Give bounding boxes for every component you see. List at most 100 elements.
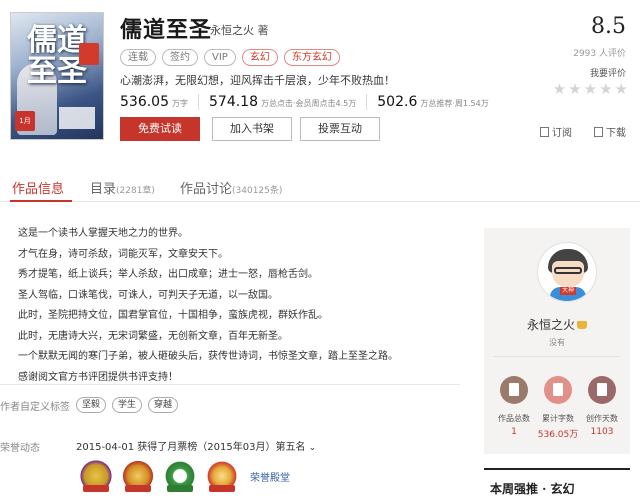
weekly-recommend-section: 本周强推 · 玄幻 bbox=[484, 468, 630, 504]
score-count: 2993 人评价 bbox=[573, 49, 626, 59]
subscribe-label: 订阅 bbox=[552, 128, 572, 139]
star-icon[interactable]: ★ bbox=[568, 80, 581, 98]
honor-badge-icon[interactable] bbox=[204, 458, 240, 494]
book-glyph bbox=[509, 383, 519, 396]
description-line: 圣人驾临，口诛笔伐，可诛人，可判天子无道，以一敌国。 bbox=[18, 289, 278, 301]
author-stat-works: 作品总数 1 bbox=[492, 376, 536, 437]
cover-title: 儒道至圣 bbox=[27, 23, 87, 89]
honor-badge-icon[interactable] bbox=[78, 458, 114, 494]
cover-seal: 1月 bbox=[15, 111, 35, 131]
avatar-rank-tag: 大神 bbox=[560, 287, 576, 295]
book-intro: 心潮澎湃，无限幻想，迎风挥击千层浪，少年不败热血！ bbox=[120, 74, 395, 87]
star-icon[interactable]: ★ bbox=[615, 80, 628, 98]
document-icon bbox=[544, 376, 572, 404]
author-panel-divider bbox=[494, 356, 620, 357]
chevron-down-icon: ⌄ bbox=[308, 443, 317, 453]
tab-catalog-label: 目录 bbox=[90, 182, 117, 197]
tab-book-info[interactable]: 作品信息 bbox=[12, 178, 64, 197]
download-icon bbox=[594, 126, 603, 137]
honor-dropdown[interactable]: 2015-04-01 获得了月票榜（2015年03月）第五名 ⌄ bbox=[76, 438, 316, 453]
section-divider bbox=[0, 384, 460, 385]
author-panel-sub: 没有 bbox=[549, 338, 565, 347]
subscribe-icon bbox=[540, 126, 549, 137]
document-glyph bbox=[553, 383, 563, 396]
honor-text: 2015-04-01 获得了月票榜（2015年03月）第五名 bbox=[76, 442, 306, 453]
author-stat-label: 作品总数 bbox=[498, 414, 530, 423]
rating-stars[interactable]: ★ ★ ★ ★ ★ bbox=[553, 80, 628, 98]
author-stat-value: 1 bbox=[511, 427, 517, 437]
avatar-face bbox=[552, 261, 584, 287]
book-author[interactable]: 永恒之火 著 bbox=[210, 22, 269, 38]
book-title: 儒道至圣 bbox=[120, 17, 213, 43]
stat-clicks-num: 574.18 bbox=[209, 94, 258, 110]
description-line: 此时，圣院把持文位，国君掌官位，十国相争，蛮族虎视，群妖作乱。 bbox=[18, 310, 328, 321]
user-tag[interactable]: 坚毅 bbox=[76, 397, 107, 413]
star-icon[interactable]: ★ bbox=[599, 80, 612, 98]
stat-recommends: 502.6 万总推荐·周1.54万 bbox=[377, 94, 498, 110]
my-rating-label: 我要评价 bbox=[589, 69, 626, 79]
book-icon bbox=[500, 376, 528, 404]
user-tag[interactable]: 穿越 bbox=[148, 397, 179, 413]
tab-catalog[interactable]: 目录(2281章) bbox=[90, 178, 155, 197]
book-stats: 536.05 万字 574.18 万总点击·会员周点击4.5万 502.6 万总… bbox=[120, 94, 509, 110]
tag-vip: VIP bbox=[204, 49, 236, 66]
tag-serial: 连载 bbox=[120, 49, 156, 66]
calendar-icon bbox=[588, 376, 616, 404]
active-tab-indicator bbox=[10, 200, 72, 202]
author-stat-label: 创作天数 bbox=[586, 414, 618, 423]
author-stat-days: 创作天数 1103 bbox=[580, 376, 624, 437]
stat-words-num: 536.05 bbox=[120, 94, 169, 110]
book-tags: 连载 签约 VIP 玄幻 东方玄幻 bbox=[120, 49, 340, 66]
honor-badges: 荣誉殿堂 bbox=[78, 458, 290, 494]
tab-discussion-label: 作品讨论 bbox=[180, 182, 233, 197]
stat-clicks-unit: 万总点击·会员周点击4.5万 bbox=[261, 99, 357, 108]
download-link[interactable]: 下载 bbox=[594, 124, 626, 139]
honor-badge-icon[interactable] bbox=[120, 458, 156, 494]
cover-stamp bbox=[79, 43, 99, 65]
user-tags-label: 作者自定义标签 bbox=[0, 402, 70, 413]
tag-subgenre[interactable]: 东方玄幻 bbox=[283, 49, 340, 66]
author-panel: 大神 永恒之火 没有 作品总数 1 累计字数 536.05万 创作天数 1103 bbox=[484, 228, 630, 454]
stat-recommends-unit: 万总推荐·周1.54万 bbox=[420, 99, 489, 108]
honor-label: 荣誉动态 bbox=[0, 443, 40, 454]
honor-badge-icon[interactable] bbox=[162, 458, 198, 494]
author-stat-words: 累计字数 536.05万 bbox=[536, 376, 580, 440]
author-stat-label: 累计字数 bbox=[542, 414, 574, 423]
description-line: 此时，无唐诗大兴，无宋词繁盛，无创新文章，百年无新圣。 bbox=[18, 330, 288, 342]
add-to-shelf-button[interactable]: 加入书架 bbox=[212, 117, 292, 141]
author-stat-value: 1103 bbox=[590, 427, 614, 437]
tab-catalog-count: (2281章) bbox=[116, 186, 155, 196]
user-tag[interactable]: 学生 bbox=[112, 397, 143, 413]
description-line: 一个默默无闻的寒门子弟，被人砸破头后，获传世诗词，书惊圣文章，踏上至圣之路。 bbox=[18, 351, 398, 362]
author-name[interactable]: 永恒之火 bbox=[210, 24, 254, 37]
cover-author-box bbox=[59, 107, 95, 129]
calendar-glyph bbox=[597, 383, 607, 396]
free-read-button[interactable]: 免费试读 bbox=[120, 117, 200, 141]
star-icon[interactable]: ★ bbox=[553, 80, 566, 98]
avatar-glasses bbox=[554, 267, 582, 274]
tab-discussion[interactable]: 作品讨论(340125条) bbox=[180, 178, 282, 197]
author-panel-name[interactable]: 永恒之火 bbox=[484, 316, 630, 333]
stat-words-unit: 万字 bbox=[172, 99, 188, 108]
stat-recommends-num: 502.6 bbox=[377, 94, 418, 110]
description-line: 秀才提笔，纸上谈兵；举人杀敌，出口成章；进士一怒，唇枪舌剑。 bbox=[18, 269, 318, 280]
author-stat-value: 536.05万 bbox=[537, 430, 579, 440]
description-line: 这是一个读书人掌握天地之力的世界。 bbox=[18, 228, 188, 239]
star-icon[interactable]: ★ bbox=[584, 80, 597, 98]
author-panel-name-text[interactable]: 永恒之火 bbox=[527, 318, 575, 332]
tag-genre[interactable]: 玄幻 bbox=[241, 49, 278, 66]
user-tags: 坚毅 学生 穿越 bbox=[76, 397, 179, 413]
stat-words: 536.05 万字 bbox=[120, 94, 199, 110]
honor-hall-link[interactable]: 荣誉殿堂 bbox=[250, 469, 290, 484]
vote-button[interactable]: 投票互动 bbox=[300, 117, 380, 141]
tab-book-info-label: 作品信息 bbox=[12, 182, 65, 197]
description-line: 才气在身，诗可杀敌，词能灭军，文章安天下。 bbox=[18, 248, 228, 260]
book-cover[interactable]: 儒道至圣 1月 bbox=[10, 12, 104, 140]
book-score: 8.5 bbox=[591, 14, 626, 39]
author-avatar[interactable]: 大神 bbox=[537, 242, 597, 302]
subscribe-link[interactable]: 订阅 bbox=[540, 124, 572, 139]
stat-clicks: 574.18 万总点击·会员周点击4.5万 bbox=[209, 94, 368, 110]
tab-discussion-count: (340125条) bbox=[232, 186, 283, 196]
book-tabs: 作品信息 目录(2281章) 作品讨论(340125条) bbox=[0, 166, 640, 202]
weekly-recommend-title: 本周强推 · 玄幻 bbox=[490, 482, 575, 496]
